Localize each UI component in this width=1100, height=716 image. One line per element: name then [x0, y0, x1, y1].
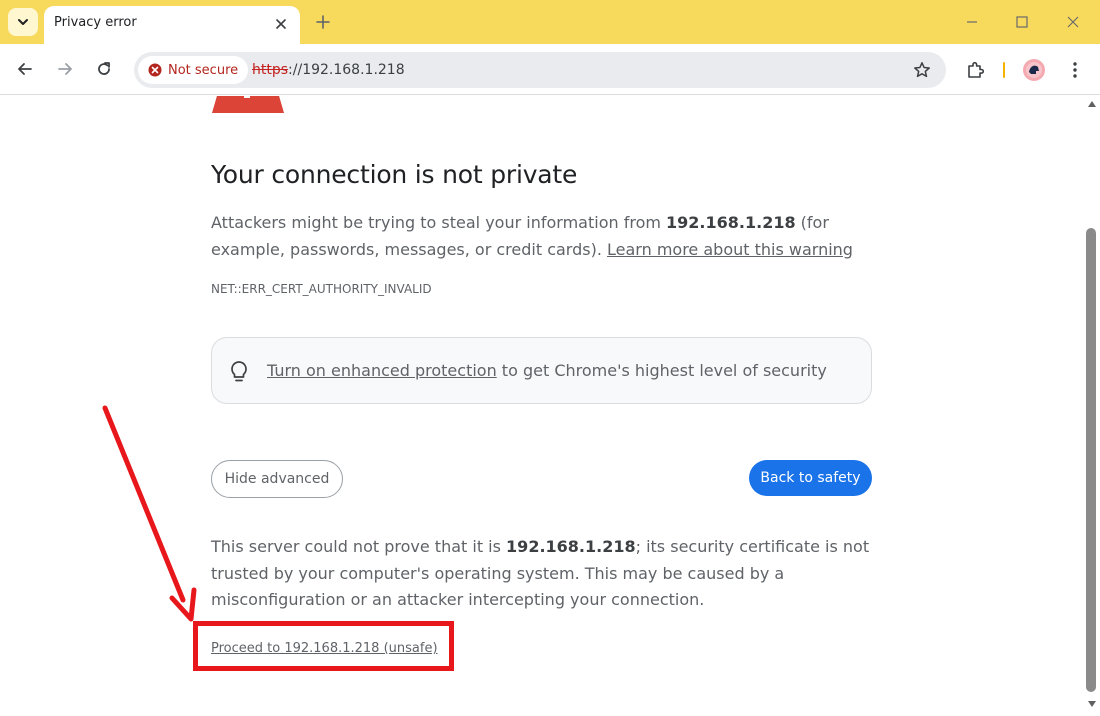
hide-advanced-button[interactable]: Hide advanced: [211, 460, 343, 498]
scroll-up-arrow-icon[interactable]: [1087, 100, 1097, 108]
scrollbar-thumb[interactable]: [1086, 228, 1096, 692]
close-icon: [276, 19, 286, 29]
scroll-down-arrow-icon[interactable]: [1087, 700, 1097, 708]
url-text[interactable]: https://192.168.1.218: [252, 62, 405, 78]
vertical-scrollbar[interactable]: [1084, 96, 1100, 716]
omnibox[interactable]: Not secure https://192.168.1.218: [134, 52, 946, 88]
back-button[interactable]: [13, 57, 37, 81]
page-content: Your connection is not private Attackers…: [0, 96, 1084, 716]
lightbulb-icon: [231, 361, 247, 382]
security-chip[interactable]: Not secure: [138, 56, 249, 84]
forward-button[interactable]: [53, 57, 77, 81]
star-icon: [914, 62, 930, 78]
intro-text: Attackers might be trying to steal your …: [211, 213, 667, 232]
profile-button[interactable]: [1022, 58, 1046, 82]
bookmark-button[interactable]: [912, 60, 932, 80]
forward-arrow-icon: [58, 63, 72, 75]
not-secure-icon: [148, 63, 162, 77]
maximize-button[interactable]: [1012, 12, 1032, 32]
error-code: NET::ERR_CERT_AUTHORITY_INVALID: [211, 282, 432, 296]
maximize-icon: [1016, 16, 1028, 28]
tab-close-button[interactable]: [272, 15, 290, 33]
profile-avatar-icon: [1023, 59, 1045, 81]
reload-button[interactable]: [92, 57, 116, 81]
toolbar: Not secure https://192.168.1.218: [0, 44, 1100, 95]
plus-icon: [316, 15, 330, 29]
new-tab-button[interactable]: [312, 11, 334, 33]
kebab-menu-icon: [1073, 62, 1077, 78]
details-paragraph: This server could not prove that it is 1…: [211, 534, 871, 614]
chevron-down-icon: [18, 19, 28, 25]
reload-icon: [98, 62, 110, 75]
tab-search-button[interactable]: [8, 8, 38, 36]
extensions-button[interactable]: [964, 58, 988, 82]
enhanced-protection-text: Turn on enhanced protection to get Chrom…: [267, 361, 827, 380]
enhanced-protection-suffix: to get Chrome's highest level of securit…: [496, 361, 827, 380]
url-scheme: https: [252, 62, 289, 78]
menu-button[interactable]: [1063, 58, 1087, 82]
learn-more-link[interactable]: Learn more about this warning: [607, 240, 853, 259]
security-chip-label: Not secure: [168, 62, 239, 78]
page-title: Your connection is not private: [211, 160, 578, 189]
minimize-button[interactable]: [962, 12, 982, 32]
annotation-highlight-box: [193, 621, 454, 671]
details-host: 192.168.1.218: [506, 537, 636, 556]
intro-host: 192.168.1.218: [666, 213, 796, 232]
window-close-icon: [1067, 16, 1079, 28]
tab-strip: Privacy error: [0, 0, 1100, 44]
enhanced-protection-box: Turn on enhanced protection to get Chrom…: [211, 337, 872, 404]
window-close-button[interactable]: [1063, 12, 1083, 32]
details-text: This server could not prove that it is: [211, 537, 507, 556]
back-to-safety-button[interactable]: Back to safety: [749, 460, 872, 496]
url-host: ://192.168.1.218: [288, 62, 405, 78]
intro-paragraph: Attackers might be trying to steal your …: [211, 210, 871, 263]
red-arrow-annotation: [102, 405, 197, 622]
minimize-icon: [967, 21, 977, 23]
back-arrow-icon: [18, 63, 32, 75]
enhanced-protection-link[interactable]: Turn on enhanced protection: [267, 361, 497, 380]
toolbar-separator: [1003, 62, 1005, 78]
active-tab[interactable]: Privacy error: [44, 6, 300, 44]
extensions-icon: [968, 61, 985, 78]
tab-title: Privacy error: [54, 15, 137, 30]
